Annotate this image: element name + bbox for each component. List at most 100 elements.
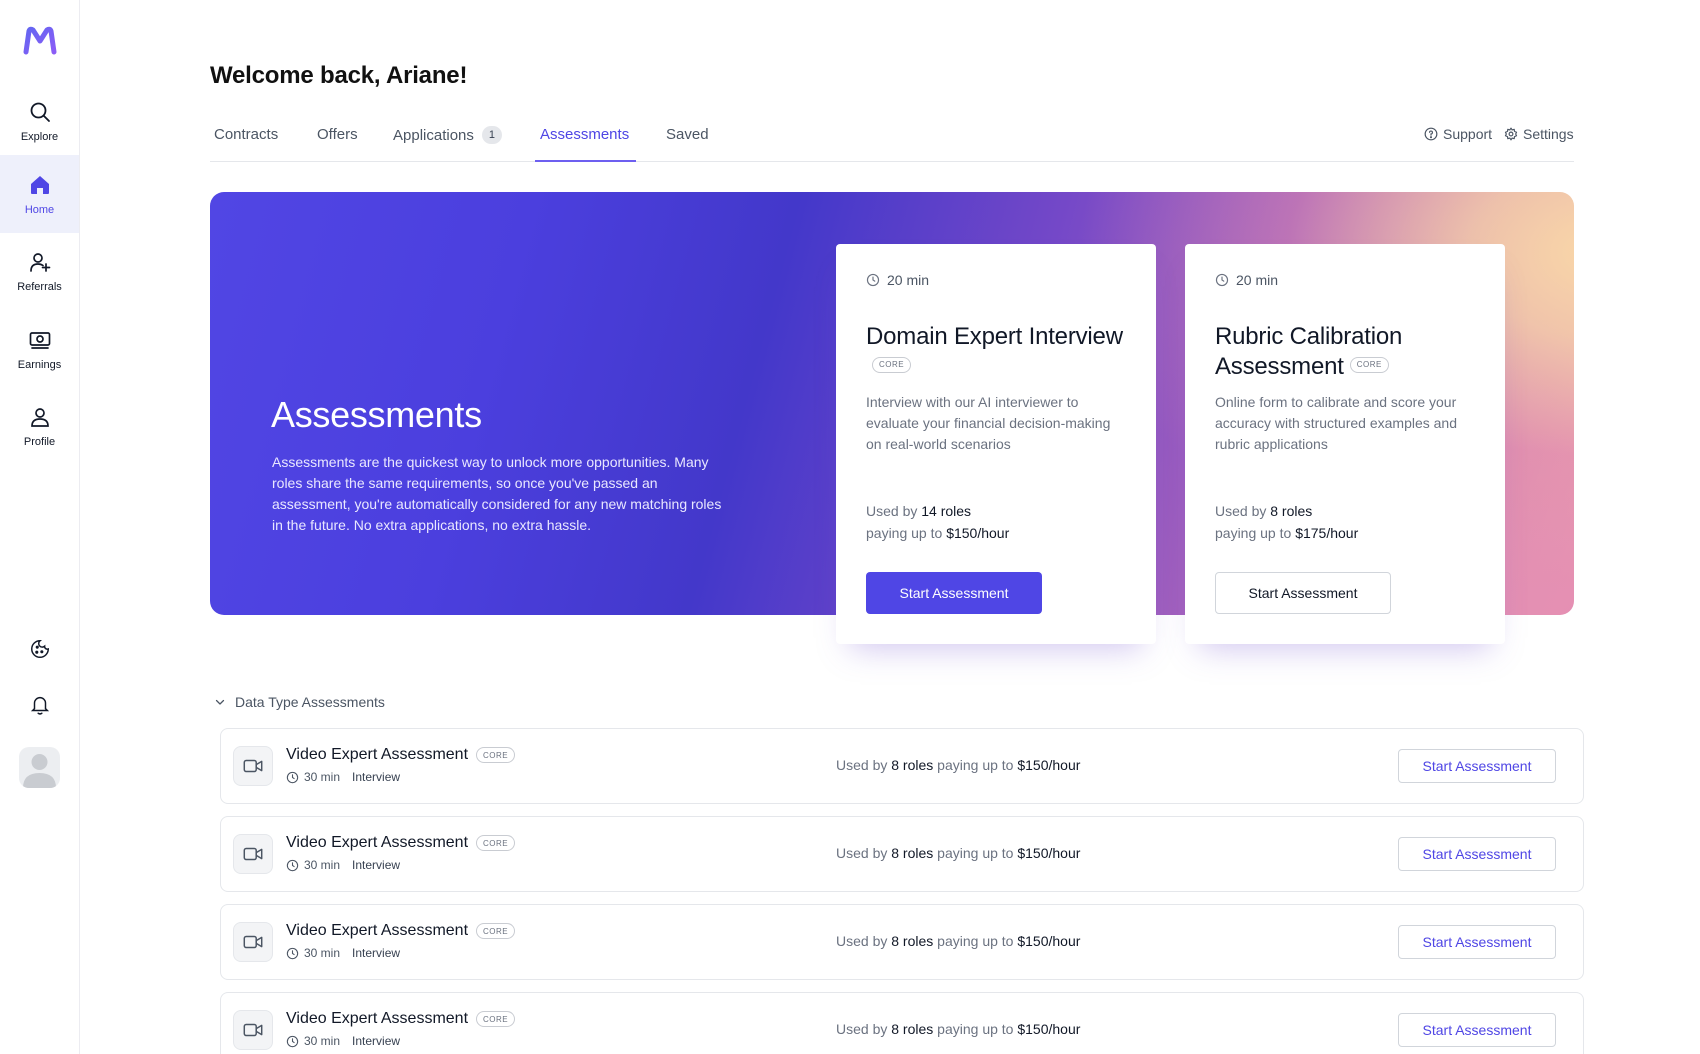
start-assessment-button[interactable]: Start Assessment [1398,925,1556,959]
pay-prefix: paying up to [937,933,1014,949]
clock-icon [286,1035,299,1047]
section-toggle-data-type-assessments[interactable]: Data Type Assessments [214,694,385,710]
row-title: Video Expert Assessment CORE [286,834,516,852]
assessment-type: Interview [352,946,401,960]
core-badge: CORE [1349,356,1389,373]
clock-icon [866,273,880,287]
row-title: Video Expert Assessment CORE [286,1010,516,1028]
clock-icon [286,771,299,783]
duration: 20 min [866,272,929,288]
settings-label: Settings [1523,126,1574,142]
tab-contracts[interactable]: Contracts [214,126,278,143]
tab-saved[interactable]: Saved [666,126,709,143]
row-title-text: Video Expert Assessment [286,834,469,851]
tab-assessments[interactable]: Assessments [540,126,629,143]
sidebar-item-referrals[interactable]: Referrals [0,232,79,310]
video-camera-icon [233,1010,273,1050]
duration-label: 30 min [304,858,341,872]
bell-icon[interactable] [0,694,79,716]
start-assessment-button[interactable]: Start Assessment [1398,1013,1556,1047]
featured-assessment-card: 20 min Domain Expert Interview CORE Inter… [836,244,1156,644]
video-camera-icon [233,834,273,874]
pay-rate: $150/hour [946,525,1010,541]
roles-count: 8 roles [1270,503,1313,519]
featured-assessment-card: 20 min Rubric Calibration Assessment CORE… [1185,244,1505,644]
page-title: Welcome back, Ariane! [210,62,468,89]
pay-prefix: paying up to [937,1021,1014,1037]
tab-bar: Contracts Offers Applications 1 Assessme… [210,116,1574,162]
active-tab-indicator [535,160,636,162]
sidebar-item-label: Profile [23,436,56,448]
tab-applications[interactable]: Applications 1 [393,126,502,144]
core-badge: CORE [476,835,516,851]
start-assessment-button[interactable]: Start Assessment [866,572,1042,614]
card-usage: Used by 14 roles paying up to $150/hour [866,500,1009,544]
start-assessment-button[interactable]: Start Assessment [1215,572,1391,614]
tab-label: Applications [393,126,474,144]
avatar[interactable] [19,747,60,788]
roles-count: 8 roles [891,757,934,773]
video-camera-icon [233,922,273,962]
tab-label: Offers [317,126,358,143]
card-title: Domain Expert Interview CORE [866,322,1136,382]
assessment-row: Video Expert Assessment CORE 30 min Inter… [220,992,1584,1054]
pay-prefix: paying up to [1215,525,1292,541]
user-icon [27,404,53,430]
brand-m-logo[interactable] [22,26,58,56]
core-badge: CORE [476,1011,516,1027]
assessment-row: Video Expert Assessment CORE 30 min Inter… [220,728,1584,804]
row-title: Video Expert Assessment CORE [286,922,516,940]
row-usage: Used by 8 roles paying up to $150/hour [836,933,1080,949]
gear-icon [1504,127,1518,141]
row-usage: Used by 8 roles paying up to $150/hour [836,845,1080,861]
cookie-icon[interactable] [0,638,79,660]
sidebar-item-home[interactable]: Home [0,155,79,233]
card-title: Rubric Calibration Assessment CORE [1215,322,1485,382]
card-description: Online form to calibrate and score your … [1215,394,1457,452]
settings-link[interactable]: Settings [1504,126,1574,142]
pay-rate: $150/hour [1017,1021,1081,1037]
sidebar-item-label: Explore [20,131,59,143]
duration-label: 20 min [887,272,930,288]
assessments-hero-banner: Assessments Assessments are the quickest… [210,192,1574,644]
start-assessment-button[interactable]: Start Assessment [1398,749,1556,783]
duration: 20 min [1215,272,1278,288]
help-circle-icon [1424,127,1438,141]
video-camera-icon [233,746,273,786]
pay-rate: $175/hour [1295,525,1359,541]
clock-icon [1215,273,1229,287]
sidebar-item-explore[interactable]: Explore [0,82,79,160]
hero-title: Assessments [271,394,482,435]
sidebar-item-label: Earnings [17,359,62,371]
pay-prefix: paying up to [937,845,1014,861]
card-usage: Used by 8 roles paying up to $175/hour [1215,500,1358,544]
tab-label: Assessments [540,126,630,143]
tab-offers[interactable]: Offers [317,126,358,143]
card-title-text: Domain Expert Interview [866,323,1123,350]
row-meta: 30 min Interview [286,770,400,784]
sidebar-item-label: Referrals [17,281,62,293]
sidebar-item-profile[interactable]: Profile [0,387,79,465]
core-badge: CORE [872,356,912,373]
money-icon [27,327,53,353]
duration-label: 30 min [304,946,341,960]
section-title: Data Type Assessments [235,694,385,710]
row-title-text: Video Expert Assessment [286,1010,469,1027]
usage-prefix: Used by [836,933,888,949]
sidebar-item-label: Home [24,204,55,216]
support-link[interactable]: Support [1424,126,1492,142]
core-badge: CORE [476,747,516,763]
tab-label: Saved [666,126,709,143]
assessment-type: Interview [352,770,401,784]
start-assessment-button[interactable]: Start Assessment [1398,837,1556,871]
assessment-row: Video Expert Assessment CORE 30 min Inter… [220,816,1584,892]
sidebar-item-earnings[interactable]: Earnings [0,310,79,388]
usage-prefix: Used by [836,757,888,773]
usage-prefix: Used by [1215,503,1267,519]
search-icon [27,99,53,125]
card-description: Interview with our AI interviewer to eva… [866,394,1111,452]
row-meta: 30 min Interview [286,858,400,872]
row-title-text: Video Expert Assessment [286,746,469,763]
clock-icon [286,859,299,871]
chevron-down-icon [215,699,225,705]
